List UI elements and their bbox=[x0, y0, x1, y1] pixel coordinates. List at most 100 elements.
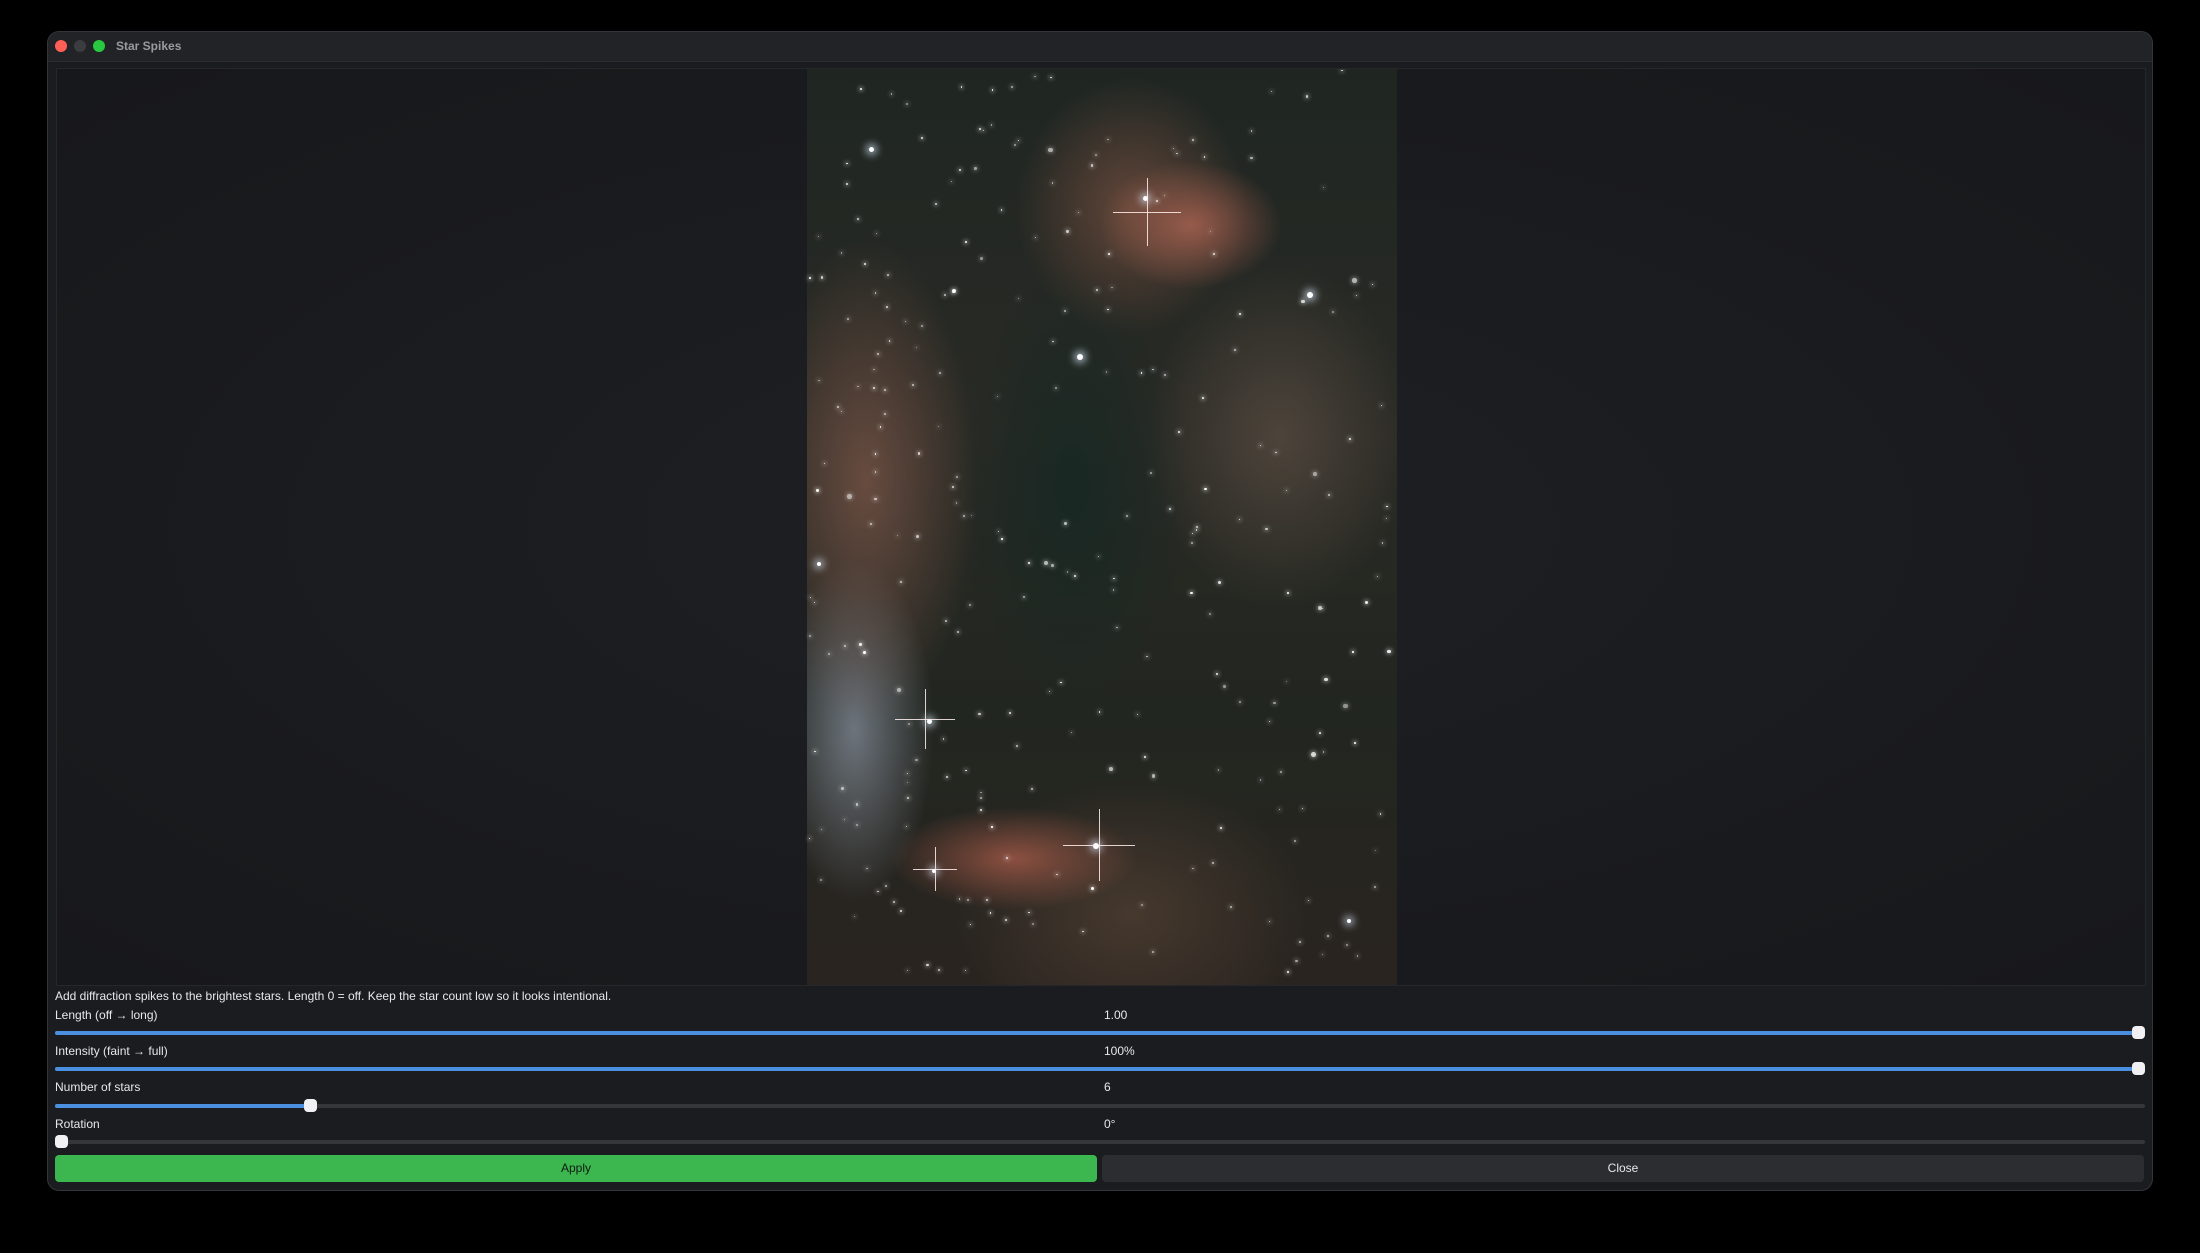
star-dot bbox=[960, 86, 963, 89]
star-dot bbox=[1016, 745, 1019, 748]
star-dot bbox=[900, 910, 902, 912]
star-dot bbox=[906, 826, 908, 828]
star-dot bbox=[991, 88, 994, 91]
close-button[interactable]: Close bbox=[1102, 1155, 2144, 1182]
star-dot bbox=[1066, 571, 1069, 573]
star-dot bbox=[1013, 143, 1017, 147]
star-dot bbox=[980, 797, 983, 800]
image-preview[interactable]: – ⤢ + bbox=[56, 68, 2146, 986]
star-dot bbox=[1078, 212, 1080, 214]
length-slider[interactable] bbox=[55, 1026, 2145, 1039]
star-dot bbox=[1192, 867, 1194, 870]
length-slider-thumb[interactable] bbox=[2132, 1026, 2145, 1039]
zoom-out-button[interactable]: – bbox=[2073, 983, 2091, 985]
star-dot bbox=[884, 388, 887, 392]
star-dot bbox=[1066, 230, 1069, 233]
star-dot bbox=[1063, 522, 1068, 526]
star-dot bbox=[845, 183, 848, 185]
minimize-window-button[interactable] bbox=[74, 40, 86, 52]
rotation-slider[interactable] bbox=[55, 1135, 2145, 1148]
star-dot bbox=[843, 645, 846, 648]
star-dot bbox=[1313, 472, 1317, 476]
diffraction-spike bbox=[1099, 809, 1100, 881]
star-dot bbox=[1259, 444, 1261, 446]
star-dot bbox=[1009, 712, 1011, 714]
star-dot bbox=[1152, 368, 1154, 370]
star-dot bbox=[1326, 935, 1329, 938]
star-dot bbox=[1051, 182, 1054, 184]
star-dot bbox=[906, 796, 909, 799]
maximize-window-button[interactable] bbox=[93, 40, 105, 52]
rotation-slider-thumb[interactable] bbox=[55, 1135, 68, 1148]
star-dot bbox=[1031, 787, 1034, 791]
star-dot bbox=[877, 352, 880, 355]
bright-star bbox=[1307, 292, 1313, 298]
star-dot bbox=[1377, 576, 1379, 578]
star-dot bbox=[1056, 874, 1058, 876]
star-dot bbox=[1006, 857, 1009, 859]
star-dot bbox=[1318, 605, 1322, 610]
star-dot bbox=[816, 489, 819, 492]
star-dot bbox=[989, 912, 991, 914]
star-dot bbox=[1352, 651, 1354, 653]
star-dot bbox=[1113, 577, 1115, 580]
fit-to-view-button[interactable]: ⤢ bbox=[2098, 983, 2116, 985]
star-dot bbox=[1285, 489, 1288, 491]
intensity-slider-thumb[interactable] bbox=[2132, 1062, 2145, 1075]
star-dot bbox=[1322, 751, 1325, 753]
star-dot bbox=[846, 318, 849, 320]
star-dot bbox=[1352, 278, 1357, 283]
star-dot bbox=[1172, 147, 1174, 149]
star-count-value: 6 bbox=[1104, 1080, 1111, 1094]
star-dot bbox=[1234, 349, 1237, 352]
star-dot bbox=[1144, 756, 1147, 759]
close-window-button[interactable] bbox=[55, 40, 67, 52]
zoom-in-button[interactable]: + bbox=[2123, 983, 2141, 985]
star-dot bbox=[1168, 507, 1172, 511]
star-dot bbox=[1209, 230, 1211, 232]
star-dot bbox=[872, 386, 875, 389]
star-dot bbox=[1023, 596, 1026, 598]
length-value: 1.00 bbox=[1104, 1008, 1128, 1022]
bright-star bbox=[869, 147, 874, 152]
star-dot bbox=[1268, 920, 1271, 923]
star-dot bbox=[1004, 919, 1008, 922]
star-dot bbox=[886, 306, 888, 309]
star-count-slider-thumb[interactable] bbox=[304, 1099, 318, 1112]
star-dot bbox=[911, 383, 914, 386]
star-dot bbox=[820, 828, 823, 831]
star-dot bbox=[1156, 200, 1159, 203]
star-dot bbox=[1343, 704, 1348, 709]
star-dot bbox=[1091, 887, 1094, 890]
star-dot bbox=[1217, 580, 1222, 585]
star-dot bbox=[982, 129, 985, 131]
star-dot bbox=[1034, 75, 1037, 78]
intensity-slider[interactable] bbox=[55, 1062, 2145, 1075]
star-dot bbox=[892, 900, 895, 903]
star-dot bbox=[1328, 494, 1331, 496]
star-dot bbox=[883, 412, 886, 415]
star-dot bbox=[1211, 861, 1215, 865]
star-dot bbox=[1265, 528, 1268, 531]
star-dot bbox=[1195, 528, 1198, 531]
star-dot bbox=[906, 781, 909, 783]
star-dot bbox=[819, 879, 822, 882]
star-dot bbox=[915, 758, 918, 762]
star-dot bbox=[1287, 971, 1289, 973]
star-dot bbox=[920, 136, 923, 140]
star-dot bbox=[1230, 906, 1233, 909]
star-dot bbox=[1357, 955, 1359, 957]
star-dot bbox=[1215, 672, 1218, 675]
star-dot bbox=[1213, 253, 1216, 256]
apply-button[interactable]: Apply bbox=[55, 1155, 1097, 1182]
star-dot bbox=[1354, 741, 1356, 744]
star-dot bbox=[1301, 299, 1306, 304]
star-dot bbox=[863, 651, 866, 654]
star-dot bbox=[1293, 839, 1296, 842]
star-dot bbox=[1192, 138, 1195, 142]
star-count-slider[interactable] bbox=[55, 1099, 2145, 1112]
star-dot bbox=[968, 604, 971, 607]
star-dot bbox=[944, 294, 947, 296]
star-dot bbox=[818, 379, 820, 382]
star-dot bbox=[980, 809, 982, 812]
